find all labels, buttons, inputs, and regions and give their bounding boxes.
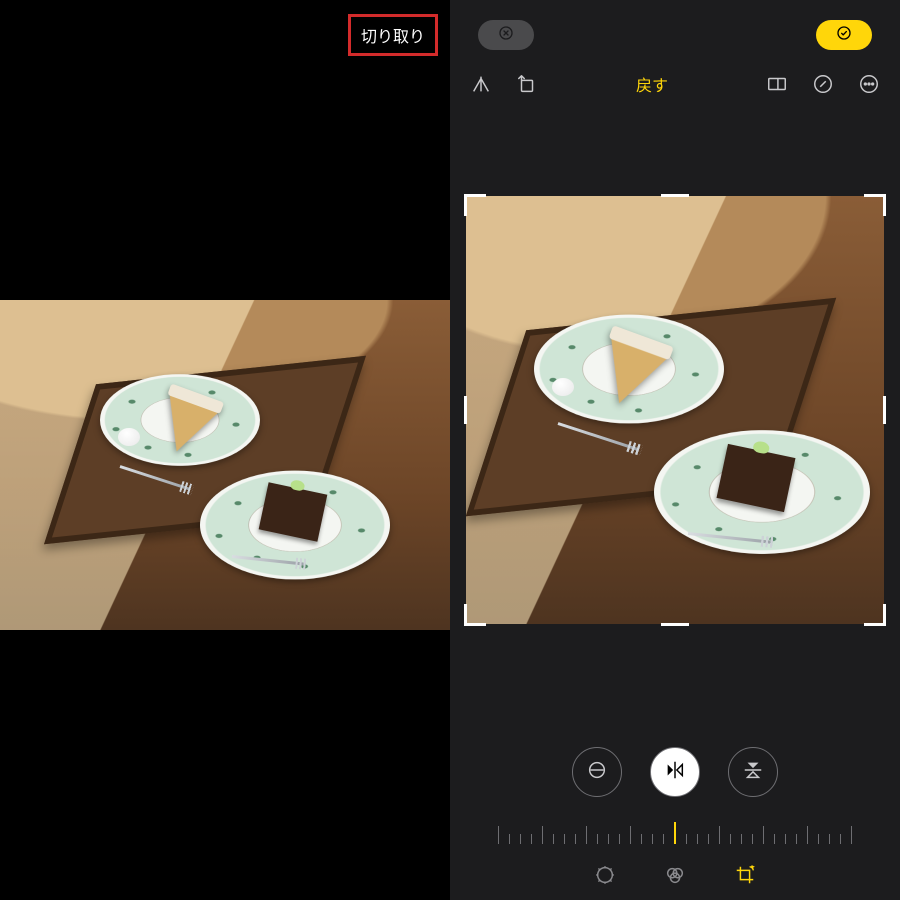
ruler-tick xyxy=(796,834,797,844)
crop-button[interactable]: 切り取り xyxy=(348,14,438,56)
edit-toolbar: 戻す xyxy=(450,64,900,104)
rotate-square-icon[interactable] xyxy=(514,71,540,97)
photo-image xyxy=(466,196,884,624)
flip-vertical-button[interactable] xyxy=(728,747,778,797)
crop-handle-tl[interactable] xyxy=(464,194,486,216)
editor-tabs xyxy=(450,860,900,894)
confirm-button[interactable] xyxy=(816,20,872,50)
ruler-tick xyxy=(829,834,830,844)
ruler-tick xyxy=(730,834,731,844)
ellipsis-circle-icon[interactable] xyxy=(856,71,882,97)
straighten-icon xyxy=(586,759,608,786)
ruler-tick xyxy=(509,834,510,844)
crop-rotate-icon xyxy=(734,864,756,891)
ruler-tick xyxy=(708,834,709,844)
ruler-tick xyxy=(630,826,631,844)
ruler-tick xyxy=(608,834,609,844)
pen-circle-icon[interactable] xyxy=(810,71,836,97)
ruler-tick xyxy=(851,826,852,844)
undo-button[interactable]: 戻す xyxy=(636,72,668,96)
straighten-button[interactable] xyxy=(572,747,622,797)
ruler-tick xyxy=(542,826,543,844)
tab-crop[interactable] xyxy=(733,865,757,889)
crop-handle-br[interactable] xyxy=(864,604,886,626)
editor-pane: 戻す xyxy=(450,0,900,900)
ruler-tick xyxy=(564,834,565,844)
top-action-row xyxy=(450,18,900,52)
photo-image xyxy=(0,300,450,630)
ruler-tick xyxy=(575,834,576,844)
ruler-tick xyxy=(752,834,753,844)
crop-handle-bl[interactable] xyxy=(464,604,486,626)
crop-frame[interactable] xyxy=(466,196,884,624)
x-circle-icon xyxy=(498,25,514,46)
crop-handle-left[interactable] xyxy=(464,396,467,424)
ruler-tick xyxy=(597,834,598,844)
ruler-tick xyxy=(619,834,620,844)
tab-adjust[interactable] xyxy=(593,865,617,889)
ruler-tick xyxy=(553,834,554,844)
ruler-tick xyxy=(774,834,775,844)
tab-filters[interactable] xyxy=(663,865,687,889)
ruler-tick xyxy=(674,822,676,844)
ruler-tick xyxy=(741,834,742,844)
aspect-ratio-icon[interactable] xyxy=(764,71,790,97)
crop-handle-top[interactable] xyxy=(661,194,689,197)
angle-ruler[interactable] xyxy=(480,818,870,844)
ruler-tick xyxy=(586,826,587,844)
adjust-dial-icon xyxy=(594,864,616,891)
flip-triangle-icon[interactable] xyxy=(468,71,494,97)
ruler-tick xyxy=(807,826,808,844)
crop-handle-tr[interactable] xyxy=(864,194,886,216)
crop-handle-bottom[interactable] xyxy=(661,623,689,626)
ruler-tick xyxy=(719,826,720,844)
ruler-tick xyxy=(520,834,521,844)
ruler-tick xyxy=(498,826,499,844)
flip-vertical-icon xyxy=(742,759,764,786)
ruler-tick xyxy=(785,834,786,844)
ruler-tick xyxy=(686,834,687,844)
ruler-tick xyxy=(840,834,841,844)
flip-horizontal-button[interactable] xyxy=(650,747,700,797)
ruler-tick xyxy=(697,834,698,844)
photo-preview xyxy=(0,300,450,630)
viewer-pane: 切り取り xyxy=(0,0,450,900)
ruler-tick xyxy=(641,834,642,844)
crop-handle-right[interactable] xyxy=(883,396,886,424)
ruler-tick xyxy=(763,826,764,844)
ruler-tick xyxy=(818,834,819,844)
adjust-mode-row xyxy=(450,742,900,802)
ruler-tick xyxy=(652,834,653,844)
filters-icon xyxy=(664,864,686,891)
ruler-tick xyxy=(663,834,664,844)
cancel-button[interactable] xyxy=(478,20,534,50)
ruler-tick xyxy=(531,834,532,844)
check-circle-icon xyxy=(836,25,852,46)
flip-horizontal-icon xyxy=(664,759,686,786)
